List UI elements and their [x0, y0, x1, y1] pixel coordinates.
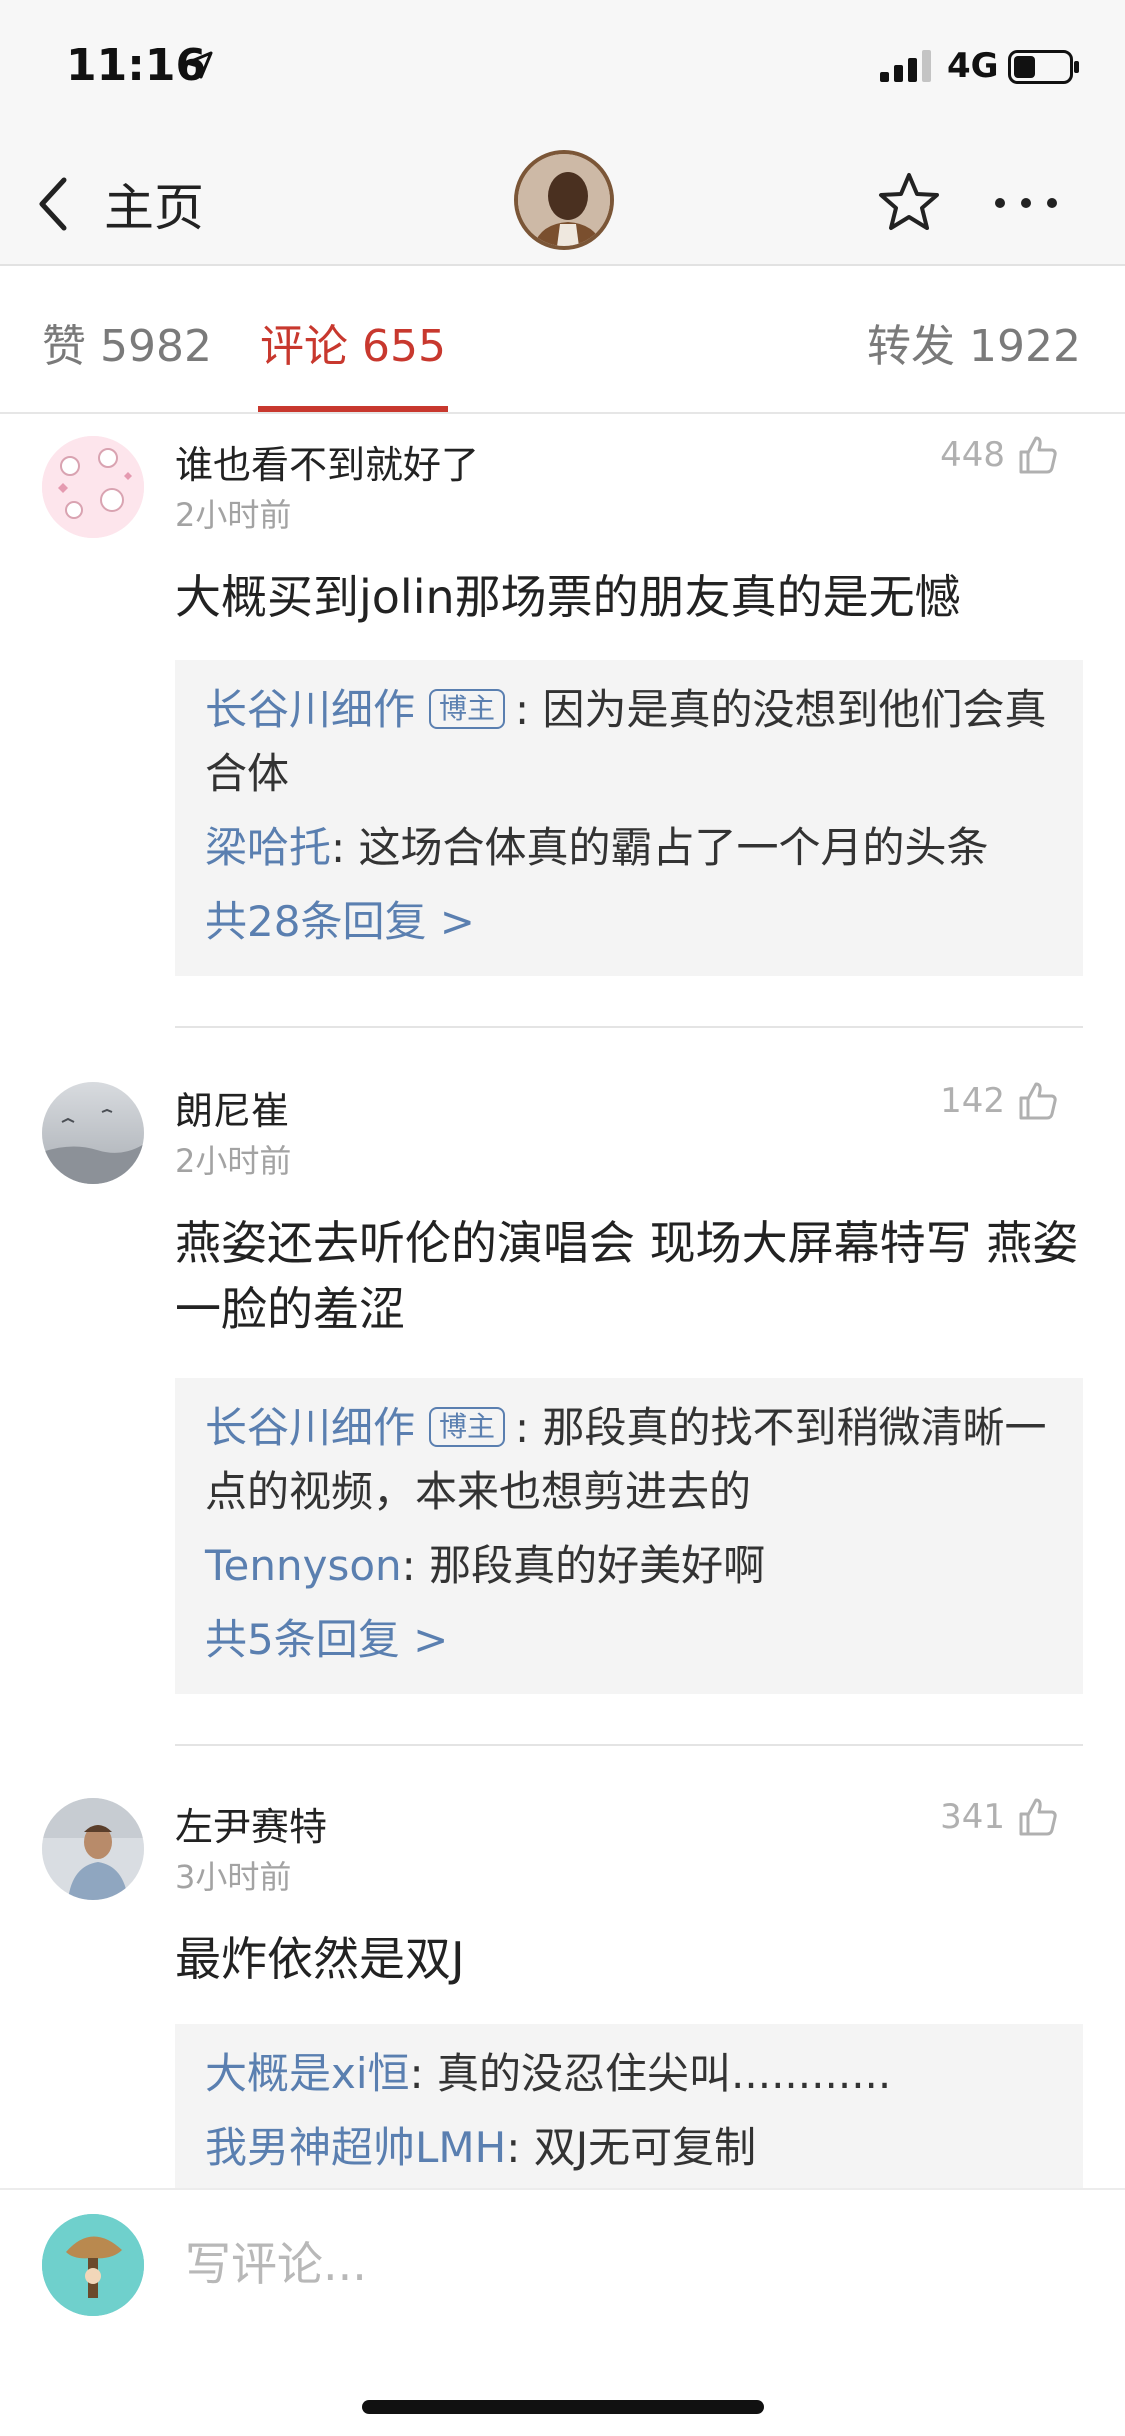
- divider: [175, 1744, 1083, 1746]
- thumbs-up-icon: [1019, 436, 1057, 474]
- comment-time: 2小时前: [175, 1142, 292, 1180]
- network-type: 4G: [947, 46, 999, 86]
- like-count: 341: [940, 1797, 1005, 1837]
- view-all-replies-link[interactable]: 共5条回复 >: [205, 1608, 1053, 1672]
- reply-item: 长谷川细作 博主: 那段真的找不到稍微清晰一点的视频，本来也想剪进去的: [205, 1396, 1053, 1524]
- back-label: 主页: [104, 179, 204, 237]
- reply-author[interactable]: 大概是xi恒: [205, 2049, 410, 2098]
- more-options-icon[interactable]: [990, 170, 1062, 236]
- comment-text: 燕姿还去听伦的演唱会 现场大屏幕特写 燕姿一脸的羞涩: [175, 1216, 1079, 1336]
- commenter-avatar[interactable]: [42, 1798, 144, 1900]
- comment-compose-bar: 写评论...: [0, 2188, 1125, 2436]
- comment-author[interactable]: 左尹赛特: [175, 1796, 327, 1851]
- commenter-avatar[interactable]: [42, 1082, 144, 1184]
- chevron-left-icon: [39, 177, 67, 231]
- reply-item: Tennyson: 那段真的好美好啊: [205, 1534, 1053, 1598]
- my-avatar[interactable]: [42, 2214, 144, 2316]
- like-button[interactable]: 142: [940, 1080, 1059, 1122]
- avatar-illustration-icon: [42, 2214, 144, 2316]
- profile-avatar[interactable]: [514, 150, 614, 250]
- comment-text: 最炸依然是双J: [175, 1932, 465, 1986]
- tab-comments[interactable]: 评论 655: [260, 310, 446, 374]
- comment-time: 3小时前: [175, 1858, 292, 1896]
- reply-item: 我男神超帅LMH: 双J无可复制: [205, 2116, 1053, 2180]
- like-count: 448: [940, 435, 1005, 475]
- comment-item: 谁也看不到就好了 2小时前 448 大概买到jolin那场票的朋友真的是无憾 长…: [0, 414, 1125, 1034]
- reply-text: : 那段真的好美好啊: [401, 1541, 766, 1590]
- active-tab-indicator: [258, 406, 448, 412]
- back-button[interactable]: 主页: [34, 164, 234, 244]
- thumbs-up-icon: [1019, 1798, 1057, 1836]
- comment-input[interactable]: 写评论...: [185, 2228, 367, 2294]
- nav-bar: 主页: [0, 140, 1125, 266]
- reply-author[interactable]: 梁哈托: [205, 823, 331, 872]
- comment-item: 朗尼崔 2小时前 142 燕姿还去听伦的演唱会 现场大屏幕特写 燕姿一脸的羞涩 …: [0, 1060, 1125, 1760]
- location-arrow-icon: [185, 51, 213, 79]
- avatar-pattern-icon: [42, 436, 144, 538]
- signal-strength-icon: [880, 50, 931, 82]
- comment-time: 2小时前: [175, 496, 292, 534]
- like-button[interactable]: 341: [940, 1796, 1059, 1838]
- comment-item: 左尹赛特 3小时前 341 最炸依然是双J 大概是xi恒: 真的没忍住尖叫...…: [0, 1776, 1125, 2188]
- reply-preview-box[interactable]: 长谷川细作 博主: 那段真的找不到稍微清晰一点的视频，本来也想剪进去的 Tenny…: [175, 1378, 1083, 1694]
- tab-reposts[interactable]: 转发 1922: [867, 310, 1081, 374]
- avatar-person-icon: [42, 1798, 144, 1900]
- battery-icon: [1008, 50, 1079, 84]
- reply-author[interactable]: Tennyson: [205, 1541, 402, 1590]
- favorite-star-icon[interactable]: [876, 170, 942, 236]
- commenter-avatar[interactable]: [42, 436, 144, 538]
- reply-text: : 这场合体真的霸占了一个月的头条: [331, 823, 989, 872]
- tab-likes[interactable]: 赞 5982: [42, 310, 212, 374]
- thumbs-up-icon: [1019, 1082, 1057, 1120]
- like-button[interactable]: 448: [940, 434, 1059, 476]
- reply-item: 梁哈托: 这场合体真的霸占了一个月的头条: [205, 816, 1053, 880]
- reply-author[interactable]: 我男神超帅LMH: [205, 2123, 506, 2172]
- comment-author[interactable]: 谁也看不到就好了: [175, 434, 479, 489]
- divider: [175, 1026, 1083, 1028]
- author-badge: 博主: [429, 1407, 506, 1447]
- reply-preview-box[interactable]: 长谷川细作 博主: 因为是真的没想到他们会真合体 梁哈托: 这场合体真的霸占了一个…: [175, 660, 1083, 976]
- avatar-landscape-icon: [42, 1082, 144, 1184]
- reply-preview-box[interactable]: 大概是xi恒: 真的没忍住尖叫............ 我男神超帅LMH: 双J…: [175, 2024, 1083, 2188]
- home-indicator: [362, 2400, 764, 2414]
- status-bar: 11:16 4G: [0, 0, 1125, 140]
- author-badge: 博主: [429, 689, 506, 729]
- comment-text: 大概买到jolin那场票的朋友真的是无憾: [175, 570, 961, 624]
- reply-text: : 真的没忍住尖叫............: [409, 2049, 892, 2098]
- avatar-portrait-icon: [518, 154, 610, 246]
- comment-author[interactable]: 朗尼崔: [175, 1080, 289, 1135]
- reply-text: : 双J无可复制: [506, 2123, 757, 2172]
- reply-author[interactable]: 长谷川细作: [205, 1403, 415, 1452]
- reply-item: 大概是xi恒: 真的没忍住尖叫............: [205, 2042, 1053, 2106]
- tab-bar: 赞 5982 评论 655 转发 1922: [0, 266, 1125, 414]
- like-count: 142: [940, 1081, 1005, 1121]
- reply-item: 长谷川细作 博主: 因为是真的没想到他们会真合体: [205, 678, 1053, 806]
- view-all-replies-link[interactable]: 共28条回复 >: [205, 890, 1053, 954]
- reply-author[interactable]: 长谷川细作: [205, 685, 415, 734]
